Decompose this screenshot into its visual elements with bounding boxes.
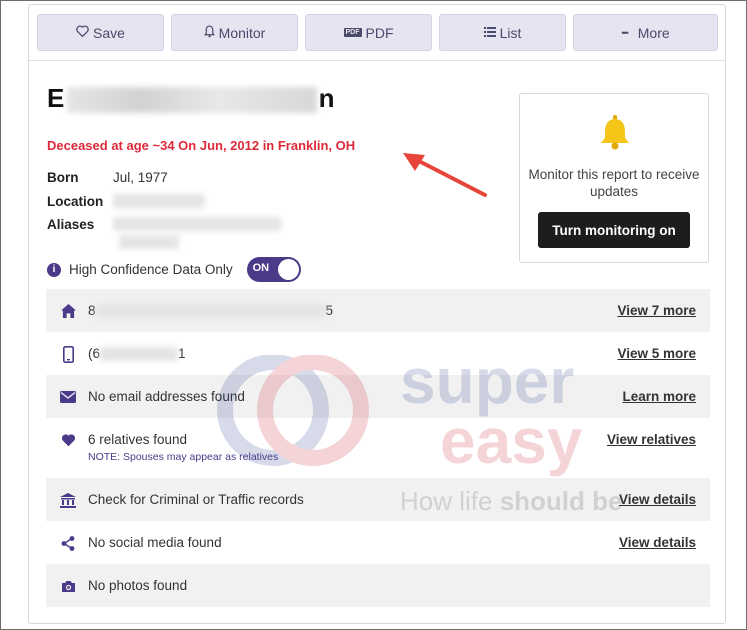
relatives-row: 6 relatives found NOTE: Spouses may appe… (46, 418, 710, 478)
photos-text: No photos found (88, 578, 188, 593)
confidence-toggle[interactable]: ON (246, 257, 301, 282)
annotation-arrow (403, 153, 487, 197)
more-dots-icon: ••• (621, 27, 629, 38)
criminal-records-text: Check for Criminal or Traffic records (88, 492, 304, 507)
report-toolbar: Save Monitor PDF PDF List ••• More (37, 14, 719, 52)
turn-monitoring-on-button[interactable]: Turn monitoring on (538, 212, 690, 248)
heart-outline-icon (76, 25, 89, 40)
aliases-label: Aliases (47, 217, 95, 232)
view-details-criminal-link[interactable]: View details (619, 492, 696, 507)
bell-icon (601, 115, 629, 150)
info-icon[interactable]: i (47, 262, 61, 277)
phone-icon (58, 344, 78, 364)
address-row: 85 View 7 more (46, 289, 710, 332)
social-media-row: No social media found View details (46, 521, 710, 564)
view-7-more-link[interactable]: View 7 more (617, 303, 696, 318)
monitor-panel: Monitor this report to receive updates T… (519, 93, 709, 263)
save-label: Save (93, 24, 125, 41)
criminal-records-row: Check for Criminal or Traffic records Vi… (46, 478, 710, 521)
phone-redaction (100, 347, 179, 362)
bell-outline-icon (203, 24, 215, 41)
born-label: Born (47, 169, 79, 185)
view-details-social-link[interactable]: View details (619, 535, 696, 550)
aliases-redaction-2 (119, 235, 179, 249)
email-row: No email addresses found Learn more (46, 375, 710, 418)
list-button[interactable]: List (439, 14, 566, 51)
phone-row: (6 1 View 5 more (46, 332, 710, 375)
phone-text: (6 1 (88, 346, 186, 362)
list-label: List (499, 24, 522, 41)
email-text: No email addresses found (88, 389, 245, 404)
photos-row: No photos found (46, 564, 710, 607)
aliases-redaction-1 (113, 217, 281, 231)
name-redaction (66, 87, 317, 114)
report-card: Save Monitor PDF PDF List ••• More En De… (28, 4, 726, 624)
heart-icon (58, 430, 78, 450)
social-media-text: No social media found (88, 535, 222, 550)
view-5-more-link[interactable]: View 5 more (617, 346, 696, 361)
toggle-knob (277, 259, 299, 280)
relatives-text: 6 relatives found (88, 432, 188, 447)
address-text: 85 (88, 303, 334, 319)
email-icon (58, 387, 78, 407)
more-label: More (637, 24, 670, 41)
list-icon (483, 25, 496, 40)
relatives-note: NOTE: Spouses may appear as relatives (88, 451, 279, 463)
camera-icon (58, 576, 78, 596)
person-name: En (47, 83, 335, 114)
share-icon (58, 533, 78, 553)
address-redaction (95, 304, 326, 319)
monitor-label: Monitor (218, 24, 266, 41)
view-relatives-link[interactable]: View relatives (607, 432, 696, 447)
person-facts: Born Jul, 1977 Location Aliases (47, 165, 281, 249)
aliases-row: Aliases (47, 213, 281, 249)
bank-icon (58, 490, 78, 510)
monitor-button[interactable]: Monitor (171, 14, 298, 51)
name-first-letter: E (47, 83, 65, 113)
location-label: Location (47, 193, 104, 209)
home-icon (58, 301, 78, 321)
born-value: Jul, 1977 (113, 169, 168, 185)
pdf-label: PDF (365, 24, 394, 41)
monitor-description: Monitor this report to receive updates (528, 167, 700, 199)
deceased-notice: Deceased at age ~34 On Jun, 2012 in Fran… (47, 138, 356, 153)
born-row: Born Jul, 1977 (47, 165, 281, 189)
name-last-letter: n (318, 83, 335, 113)
location-redaction (113, 194, 205, 208)
confidence-label: High Confidence Data Only (69, 262, 233, 277)
pdf-icon: PDF (343, 28, 362, 37)
location-row: Location (47, 189, 281, 213)
more-button[interactable]: ••• More (573, 14, 718, 51)
toggle-state-label: ON (252, 262, 270, 274)
pdf-button[interactable]: PDF PDF (305, 14, 432, 51)
learn-more-link[interactable]: Learn more (622, 389, 696, 404)
save-button[interactable]: Save (37, 14, 164, 51)
summary-list: 85 View 7 more (6 1 View 5 more No email … (46, 289, 710, 607)
toolbar-divider (29, 60, 725, 61)
confidence-filter: i High Confidence Data Only ON (47, 257, 301, 282)
